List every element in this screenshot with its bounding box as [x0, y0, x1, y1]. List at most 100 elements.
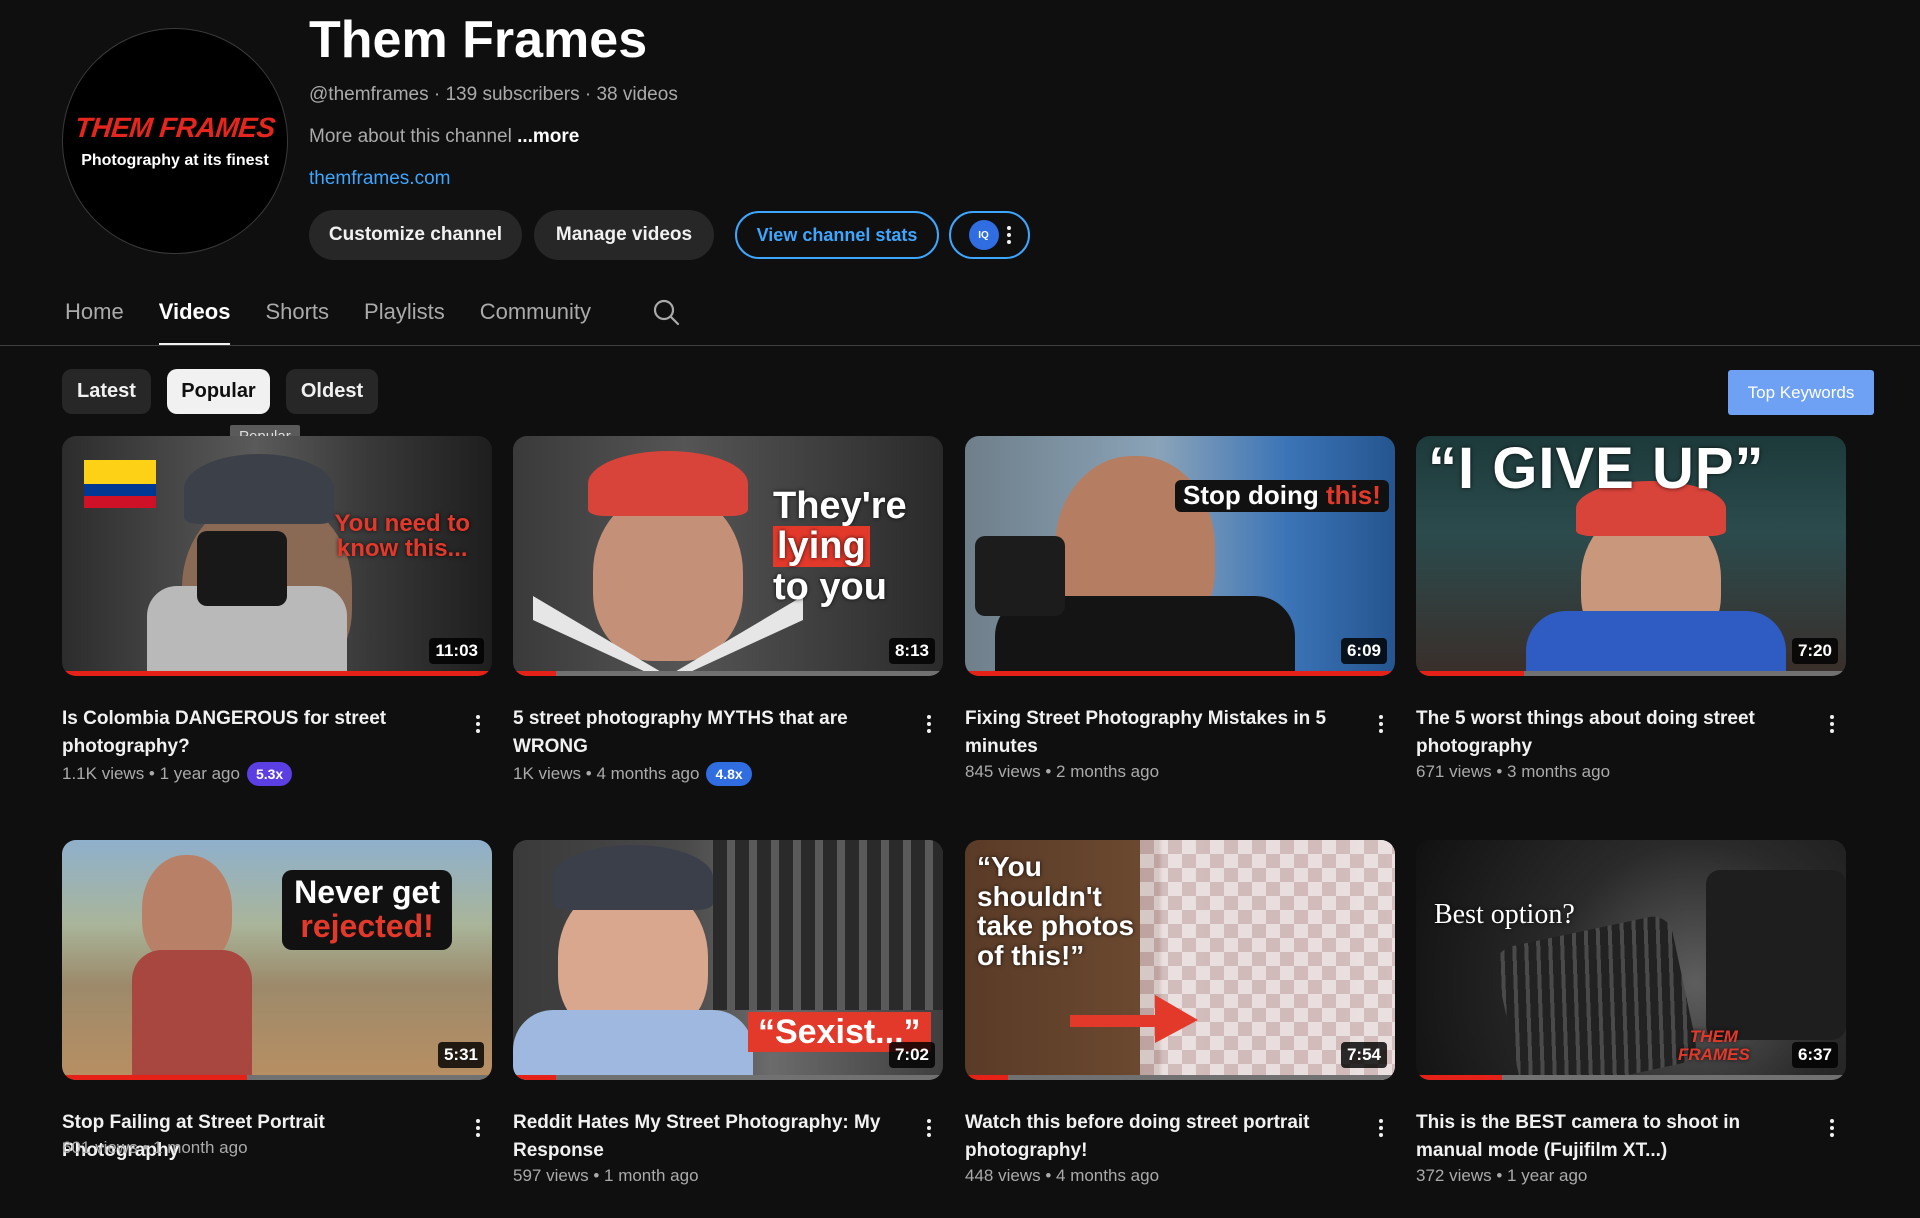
video-thumbnail[interactable]: They're lying to you 8:13: [513, 436, 943, 676]
watch-progress-bar: [1416, 671, 1846, 676]
video-thumbnail[interactable]: Best option? THEM FRAMES 6:37: [1416, 840, 1846, 1080]
video-title[interactable]: Fixing Street Photography Mistakes in 5 …: [965, 705, 1345, 761]
watch-progress-bar: [965, 1075, 1395, 1080]
video-card[interactable]: “I GIVE UP” 7:20 The 5 worst things abou…: [1416, 436, 1846, 781]
chip-popular[interactable]: Popular: [167, 369, 270, 414]
video-card[interactable]: Never get rejected! 5:31 Stop Failing at…: [62, 840, 492, 1161]
video-thumbnail[interactable]: Never get rejected! 5:31: [62, 840, 492, 1080]
video-meta: 1K views • 4 months ago 4.8x: [513, 762, 752, 786]
cap-shape: [553, 845, 713, 910]
vidiq-icon: IQ: [968, 220, 999, 250]
lens-shape: [1492, 912, 1700, 1080]
search-icon[interactable]: [651, 297, 681, 327]
customize-channel-button[interactable]: Customize channel: [309, 210, 522, 260]
video-title[interactable]: Watch this before doing street portrait …: [965, 1109, 1345, 1165]
video-meta: 448 views • 4 months ago: [965, 1166, 1160, 1185]
video-thumbnail[interactable]: “I GIVE UP” 7:20: [1416, 436, 1846, 676]
top-keywords-button[interactable]: Top Keywords: [1728, 370, 1874, 415]
channel-tabs: Home Videos Shorts Playlists Community: [65, 296, 626, 346]
video-thumbnail[interactable]: “You shouldn't take photos of this!” 7:5…: [965, 840, 1395, 1080]
outlier-badge: 5.3x: [246, 762, 293, 786]
video-menu-icon[interactable]: [468, 709, 488, 739]
view-channel-stats-button[interactable]: View channel stats: [735, 211, 939, 259]
video-duration: 11:03: [429, 638, 484, 664]
watch-progress-bar: [513, 1075, 943, 1080]
tab-shorts[interactable]: Shorts: [265, 296, 329, 346]
tab-playlists[interactable]: Playlists: [364, 296, 445, 346]
tab-home[interactable]: Home: [65, 296, 124, 346]
video-card[interactable]: “Sexist...” 7:02 Reddit Hates My Street …: [513, 840, 943, 1185]
thumbnail-caption: Stop doing this!: [1175, 480, 1389, 512]
video-card[interactable]: Stop doing this! 6:09 Fixing Street Phot…: [965, 436, 1395, 781]
tab-videos[interactable]: Videos: [158, 296, 230, 346]
watch-progress-bar: [62, 671, 492, 676]
video-meta: 1.1K views • 1 year ago 5.3x: [62, 762, 293, 786]
video-duration: 6:37: [1791, 1042, 1838, 1068]
tabs-divider: [0, 345, 1920, 346]
video-menu-icon[interactable]: [919, 1113, 939, 1143]
arrow-icon: [1070, 995, 1198, 1043]
video-title[interactable]: Reddit Hates My Street Photography: My R…: [513, 1109, 893, 1165]
thumbnail-caption: “You shouldn't take photos of this!”: [977, 851, 1135, 972]
channel-title: Them Frames: [309, 11, 648, 69]
video-meta: 372 views • 1 year ago: [1416, 1166, 1588, 1185]
crowd-photo: [713, 840, 943, 1010]
cap-shape: [588, 451, 748, 516]
video-thumbnail[interactable]: Stop doing this! 6:09: [965, 436, 1395, 676]
video-card[interactable]: Best option? THEM FRAMES 6:37 This is th…: [1416, 840, 1846, 1185]
camera-body-shape: [1706, 870, 1846, 1040]
tab-community[interactable]: Community: [480, 296, 591, 346]
video-menu-icon[interactable]: [1822, 1113, 1842, 1143]
video-card[interactable]: They're lying to you 8:13 5 street photo…: [513, 436, 943, 786]
watch-progress-bar: [513, 671, 943, 676]
thumbnail-caption: Best option?: [1434, 899, 1575, 930]
outlier-badge: 4.8x: [706, 762, 752, 786]
video-duration: 7:20: [1791, 638, 1838, 664]
thumbnail-caption: Never get rejected!: [282, 870, 452, 950]
video-duration: 5:31: [437, 1042, 484, 1068]
video-duration: 6:09: [1340, 638, 1387, 664]
avatar-tagline: Photography at its finest: [81, 152, 269, 169]
camera-shape: [197, 531, 287, 606]
video-menu-icon[interactable]: [919, 709, 939, 739]
cap-shape: [184, 454, 334, 524]
watch-progress-bar: [1416, 1075, 1846, 1080]
channel-description: More about this channel ...more: [309, 126, 579, 148]
video-meta: 671 views • 3 months ago: [1416, 762, 1611, 781]
video-card[interactable]: You need to know this... 11:03 Is Colomb…: [62, 436, 492, 786]
channel-avatar[interactable]: THEM FRAMES Photography at its finest: [62, 28, 288, 254]
video-meta: 601 views • 1 month ago: [62, 1138, 248, 1157]
video-thumbnail[interactable]: “Sexist...” 7:02: [513, 840, 943, 1080]
thumbnail-caption: They're lying to you: [773, 485, 907, 608]
video-menu-icon[interactable]: [1371, 1113, 1391, 1143]
video-menu-icon[interactable]: [468, 1113, 488, 1143]
video-meta: 845 views • 2 months ago: [965, 762, 1160, 781]
video-menu-icon[interactable]: [1371, 709, 1391, 739]
video-title[interactable]: 5 street photography MYTHS that are WRON…: [513, 705, 893, 761]
video-meta: 597 views • 1 month ago: [513, 1166, 699, 1185]
shirt-shape: [1526, 611, 1786, 676]
colombia-flag-icon: [84, 460, 156, 508]
shirt-shape: [513, 1010, 753, 1080]
manage-videos-button[interactable]: Manage videos: [534, 210, 714, 260]
vidiq-menu-button[interactable]: IQ: [949, 211, 1030, 259]
video-title[interactable]: Is Colombia DANGEROUS for street photogr…: [62, 705, 442, 761]
video-title[interactable]: The 5 worst things about doing street ph…: [1416, 705, 1796, 761]
video-duration: 7:02: [888, 1042, 935, 1068]
chip-latest[interactable]: Latest: [62, 369, 151, 414]
thumbnail-caption: “I GIVE UP”: [1428, 436, 1765, 501]
video-duration: 8:13: [888, 638, 935, 664]
channel-meta: @themframes · 139 subscribers · 38 video…: [309, 84, 678, 105]
more-vert-icon: [1006, 226, 1011, 244]
channel-website-link[interactable]: themframes.com: [309, 168, 450, 190]
chip-oldest[interactable]: Oldest: [286, 369, 378, 414]
channel-description-text: More about this channel: [309, 126, 512, 147]
person-figure: [593, 491, 743, 661]
video-card[interactable]: “You shouldn't take photos of this!” 7:5…: [965, 840, 1395, 1185]
video-menu-icon[interactable]: [1822, 709, 1842, 739]
video-duration: 7:54: [1340, 1042, 1387, 1068]
watch-progress-bar: [62, 1075, 492, 1080]
video-thumbnail[interactable]: You need to know this... 11:03: [62, 436, 492, 676]
video-title[interactable]: This is the BEST camera to shoot in manu…: [1416, 1109, 1796, 1165]
more-link[interactable]: ...more: [517, 126, 579, 147]
